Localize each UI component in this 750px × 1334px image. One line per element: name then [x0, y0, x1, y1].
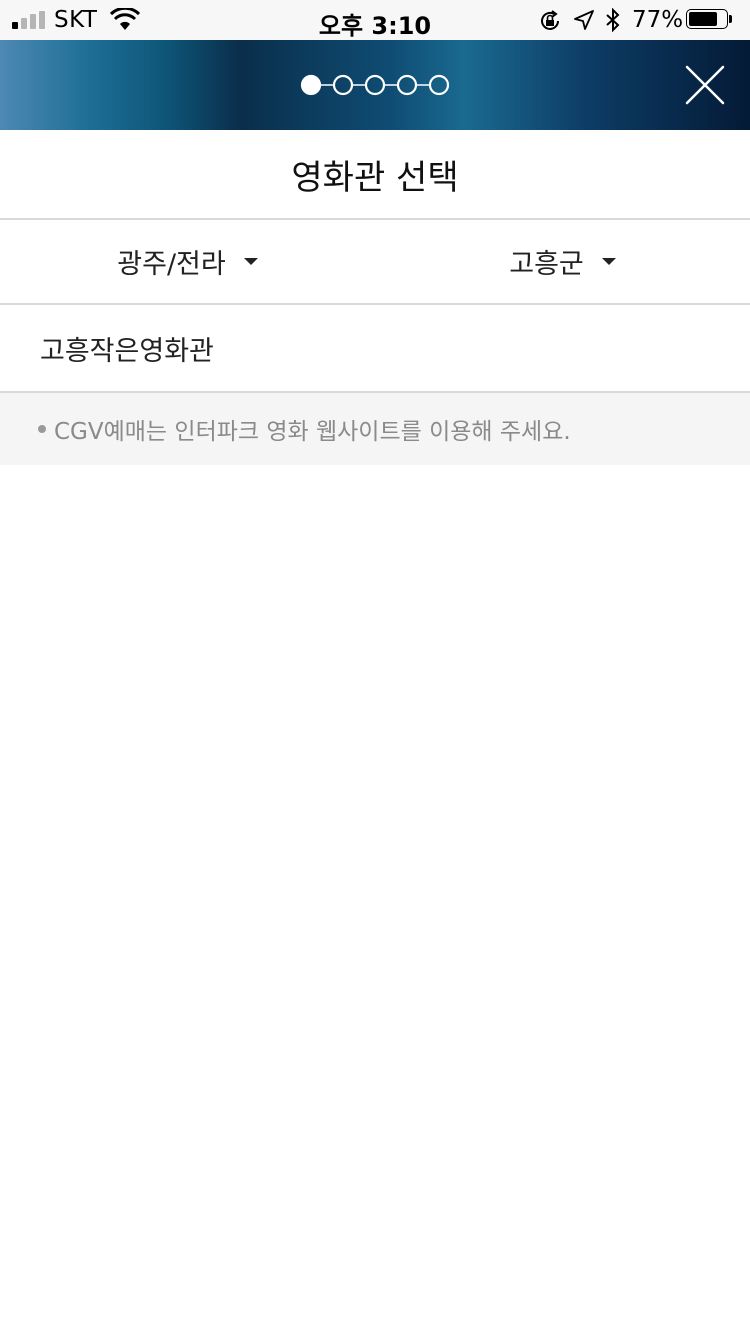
caret-down-icon: [601, 258, 616, 265]
battery-icon: [686, 9, 734, 31]
battery-percent: 77%: [632, 7, 684, 33]
district-dropdown-label: 고흥군: [509, 249, 584, 280]
theater-list-item[interactable]: 고흥작은영화관: [0, 305, 750, 393]
step-dot: [428, 74, 450, 96]
header-banner: [0, 40, 750, 130]
location-arrow-icon: [574, 10, 594, 30]
step-dot-active: [300, 74, 322, 96]
bluetooth-icon: [606, 8, 620, 32]
bullet-icon: [38, 425, 46, 433]
region-dropdown[interactable]: 광주/전라: [0, 220, 375, 303]
theater-name: 고흥작은영화관: [40, 335, 214, 367]
page-title: 영화관 선택: [291, 157, 459, 198]
step-dot: [364, 74, 386, 96]
region-dropdown-label: 광주/전라: [117, 249, 226, 280]
filter-row: 광주/전라 고흥군: [0, 220, 750, 305]
caret-down-icon: [243, 258, 258, 265]
notice-banner: CGV예매는 인터파크 영화 웹사이트를 이용해 주세요.: [0, 393, 750, 465]
title-bar: 영화관 선택: [0, 130, 750, 220]
notice-text: CGV예매는 인터파크 영화 웹사이트를 이용해 주세요.: [54, 419, 571, 445]
step-dot: [396, 74, 418, 96]
step-indicator: [300, 74, 450, 96]
rotation-lock-icon: [541, 10, 559, 30]
step-dot: [332, 74, 354, 96]
close-icon[interactable]: [682, 62, 728, 108]
status-bar: SKT 오후 3:10 77%: [0, 0, 750, 40]
district-dropdown[interactable]: 고흥군: [375, 220, 750, 303]
